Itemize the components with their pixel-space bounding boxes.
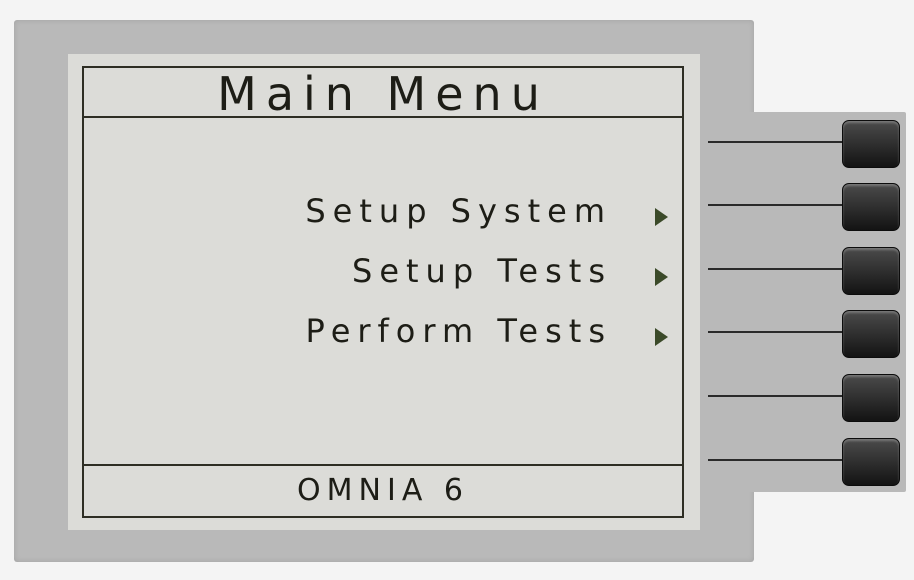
right-triangle-icon xyxy=(655,208,668,226)
softkey-3-line xyxy=(708,268,850,270)
model-name-footer: OMNIA 6 xyxy=(84,464,682,516)
menu-item-setup-tests[interactable]: Setup Tests xyxy=(352,252,612,290)
menu-item-setup-system[interactable]: Setup System xyxy=(305,192,612,230)
right-triangle-icon xyxy=(655,328,668,346)
menu-item-perform-tests[interactable]: Perform Tests xyxy=(306,312,612,350)
softkey-3-button[interactable] xyxy=(842,247,900,295)
softkey-2-button[interactable] xyxy=(842,183,900,231)
softkey-1-button[interactable] xyxy=(842,120,900,168)
lcd-screen: Main Menu Setup System Setup Tests Perfo… xyxy=(68,54,700,530)
softkey-5-line xyxy=(708,395,850,397)
softkey-panel xyxy=(700,112,906,492)
softkey-5-button[interactable] xyxy=(842,374,900,422)
softkey-4-button[interactable] xyxy=(842,310,900,358)
right-triangle-icon xyxy=(655,268,668,286)
softkey-4-line xyxy=(708,331,850,333)
page-title: Main Menu xyxy=(84,68,682,120)
softkey-1-line xyxy=(708,141,850,143)
softkey-6-button[interactable] xyxy=(842,438,900,486)
softkey-2-line xyxy=(708,204,850,206)
screen-frame: Main Menu Setup System Setup Tests Perfo… xyxy=(82,66,684,518)
softkey-6-line xyxy=(708,459,850,461)
